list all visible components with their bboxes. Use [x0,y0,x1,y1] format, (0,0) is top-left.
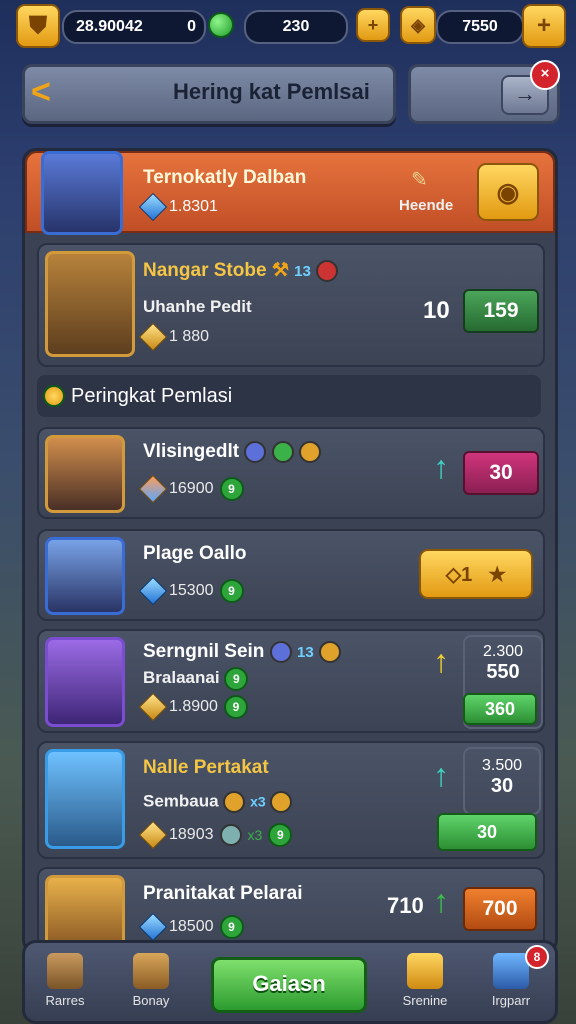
section-title: Peringkat Pemlasi [71,385,233,407]
top-player-name: Nangar Stobe ⚒ 13 [143,259,339,282]
energy-icon [208,12,234,38]
player-score-box: 3.500 30 [463,747,541,815]
player-sub: Bralaanai 9 [143,667,249,691]
skull-icon [316,259,339,282]
player-name: Pranitakat Pelarai [143,883,303,904]
featured-label: Heende [399,197,454,214]
coin-icon [318,641,341,663]
player-rank: 710 [387,893,424,918]
player-stat: 18903 x3 9 [138,820,293,850]
crystal-icon [138,912,168,942]
back-arrow-icon[interactable]: < [31,75,67,111]
hammer-icon [270,791,293,813]
nav-item-srenine[interactable]: Srenine [385,953,465,1008]
gold-crystal-icon [138,322,168,352]
featured-player-card[interactable]: Ternokatly Dalban 1.8301 ✎ Heende ◉ [25,151,555,235]
player-score: 30 [463,451,539,495]
top-player-avatar [45,251,135,357]
featured-stat: 1.8301 [138,192,218,222]
player-row[interactable]: Nalle Pertakat Sembaua x3 18903 x3 9 ↑ 3… [37,741,545,859]
player-avatar [45,637,125,727]
player-name: Nalle Pertakat [143,757,269,778]
coin-counter: 28.90042 0 [62,10,206,44]
crystal-icon [138,192,168,222]
player-sub: Sembaua x3 [143,791,293,813]
player-avatar [45,435,125,513]
gold-crystal-icon [138,692,168,722]
player-name: Vlisingedlt [143,441,321,463]
player-name: Serngnil Sein 13 [143,641,341,663]
star-icon: ★ [488,563,507,586]
medal-icon [244,441,267,463]
clover-icon [271,441,294,463]
section-header: Peringkat Pemlasi [37,375,541,417]
leaderboard-header: < Hering kat Pemlsai [22,64,396,124]
player-score: 30 [437,813,537,851]
player-stat: 1.8900 9 [138,692,248,722]
sword-icon: ✎ [411,169,428,191]
gem-counter: 7550 [436,10,524,44]
coin-icon [298,441,321,463]
coin-value: 28.90042 [76,18,143,35]
nav-item-rarres[interactable]: Rarres [25,953,105,1008]
profile-shield-button[interactable]: ⛊ [16,4,60,48]
coin-icon [223,791,246,813]
player-stat: 16900 9 [138,474,244,504]
leaderboard-panel: Ternokatly Dalban 1.8301 ✎ Heende ◉ Nang… [22,148,558,954]
play-button[interactable]: Gaiasn [211,957,367,1013]
close-icon[interactable]: × [530,60,560,90]
bottom-nav: Rarres Bonay Gaiasn Srenine Irgparr 8 [22,940,558,1024]
top-resource-bar: ⛊ 28.90042 0 230 + ◈ 7550 + [0,0,576,52]
player-avatar [45,749,125,849]
rank-up-arrow-icon: ↑ [433,757,449,793]
crystal-icon [138,576,168,606]
add-gems-button[interactable]: + [522,4,566,48]
page-title: Hering kat Pemlsai [173,79,370,104]
player-row[interactable]: Serngnil Sein 13 Bralaanai 9 1.8900 9 ↑ … [37,629,545,733]
player-row[interactable]: Plage Oallo 15300 9 ◇1 ★ [37,529,545,621]
player-name: Plage Oallo [143,543,247,564]
level-value: 230 [282,18,310,35]
cube-icon [493,953,529,989]
section-icon [43,385,65,407]
featured-name: Ternokatly Dalban [143,167,307,188]
player-row[interactable]: Vlisingedlt 16900 9 ↑ 30 [37,427,545,519]
player-score: 700 [463,887,537,931]
house-icon [47,953,83,989]
player-reward-button[interactable]: ◇1 ★ [419,549,533,599]
top-player-sub: Uhanhe Pedit [143,297,252,316]
player-score: 360 [463,693,537,725]
coin-extra: 0 [187,18,196,35]
trophy-icon [407,953,443,989]
hammer-icon: ⚒ [271,260,289,281]
featured-avatar [41,151,123,235]
rank-up-arrow-icon: ↑ [433,643,449,679]
player-stat: 18500 9 [138,912,244,942]
rank-up-arrow-icon: ↑ [433,883,449,919]
crystal-icon [138,474,168,504]
nav-item-bonay[interactable]: Bonay [111,953,191,1008]
gem-value: 7550 [462,18,498,35]
top-player-score: 159 [463,289,539,333]
player-stat: 15300 9 [138,576,244,606]
featured-reward-button[interactable]: ◉ [477,163,539,221]
top-player-rank: 10 [423,297,450,324]
rank-up-arrow-icon: ↑ [433,449,449,485]
notification-badge: 8 [525,945,549,969]
level-counter: 230 [244,10,348,44]
player-avatar [45,537,125,615]
top-player-stat: 1 880 [138,322,209,352]
gold-crystal-icon [138,820,168,850]
medal-icon [269,641,292,663]
bag-icon: ◈ [400,6,436,44]
top-player-card[interactable]: Nangar Stobe ⚒ 13 Uhanhe Pedit 1 880 10 … [37,243,545,367]
scroll-icon [133,953,169,989]
gear-icon [219,824,242,846]
add-level-button[interactable]: + [356,8,390,42]
